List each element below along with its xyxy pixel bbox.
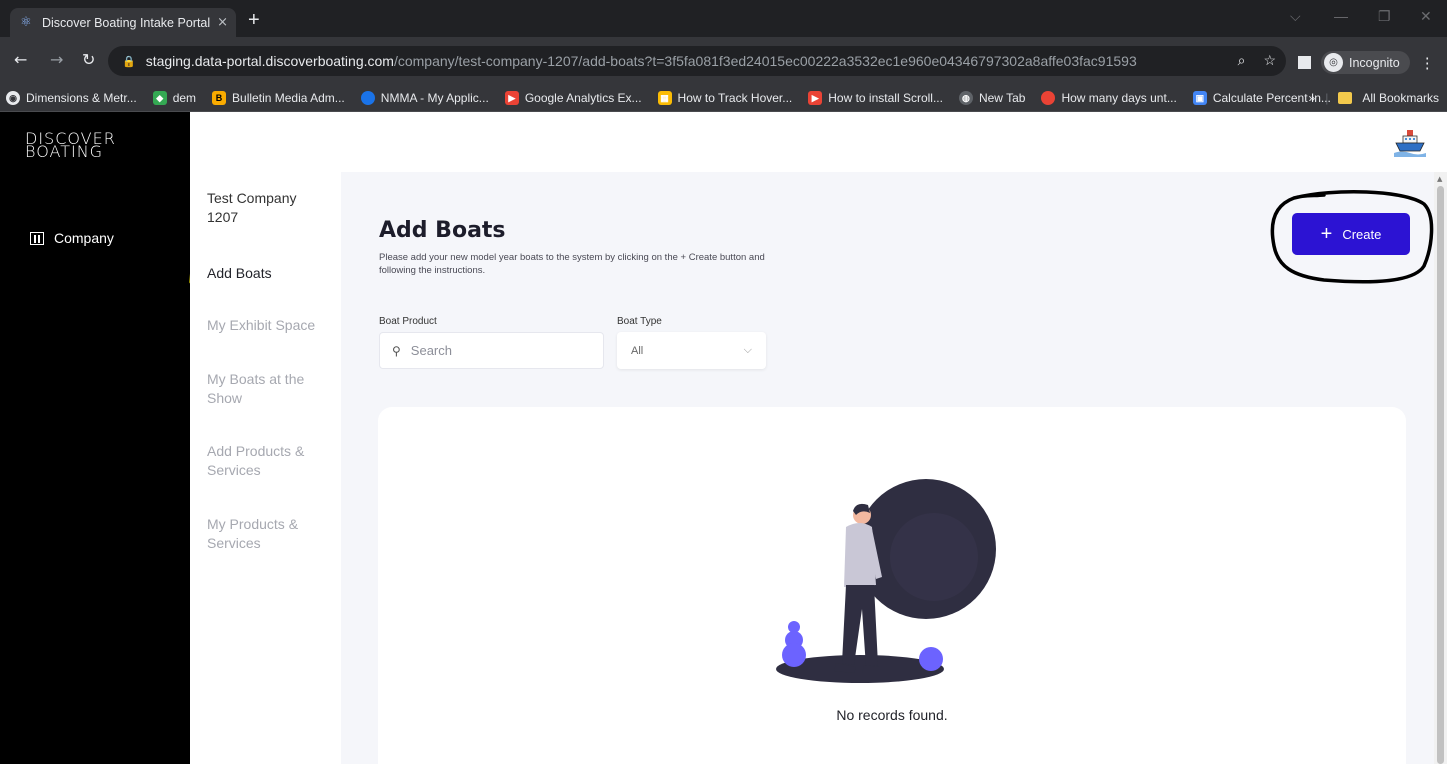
restore-icon[interactable]: ❐ xyxy=(1378,8,1391,25)
search-input[interactable]: ⚲ Search xyxy=(379,332,604,369)
boat-type-value: All xyxy=(631,344,644,357)
boat-type-label: Boat Type xyxy=(617,316,662,327)
page-description: Please add your new model year boats to … xyxy=(379,252,765,276)
youtube-icon: ▶ xyxy=(504,91,519,105)
bookmark-label: Bulletin Media Adm... xyxy=(232,91,345,105)
search-icon: ⚲ xyxy=(392,343,401,358)
scrollbar-thumb[interactable] xyxy=(1437,186,1444,764)
subnav-item-my-exhibit-space[interactable]: My Exhibit Space xyxy=(207,316,327,335)
bookmark-label: How to Track Hover... xyxy=(677,91,793,105)
sidebar-item-company[interactable]: Company xyxy=(30,230,114,246)
main-content: Add Boats Please add your new model year… xyxy=(341,172,1434,764)
search-placeholder: Search xyxy=(410,343,452,358)
tab-search-icon[interactable]: ⌵ xyxy=(1290,8,1301,25)
bookmark-star-icon[interactable]: ☆ xyxy=(1263,52,1276,69)
bookmark-label: How to install Scroll... xyxy=(828,91,943,105)
tab-title: Discover Boating Intake Portal xyxy=(42,15,211,30)
bookmark-item[interactable]: B Bulletin Media Adm... xyxy=(212,91,345,105)
boat-type-select[interactable]: All ⌵ xyxy=(617,332,766,369)
sidebar-item-label: Company xyxy=(54,230,114,246)
bookmarks-divider: | xyxy=(1325,91,1329,105)
react-favicon-icon: ⚛ xyxy=(20,15,32,30)
bookmark-favicon-icon xyxy=(360,91,375,105)
hand-drawn-circle-annotation xyxy=(1270,190,1434,284)
incognito-icon: ◎ xyxy=(1324,53,1343,72)
app-sidebar: DISCOVER BOATING Company xyxy=(0,112,190,764)
bookmark-label: Dimensions & Metr... xyxy=(26,91,137,105)
youtube-icon: ▶ xyxy=(808,91,823,105)
url-path: /company/test-company-1207/add-boats?t=3… xyxy=(393,53,1137,69)
bookmark-item[interactable]: ▦ How to Track Hover... xyxy=(657,91,793,105)
bookmark-favicon-icon: ◉ xyxy=(6,91,20,105)
side-panel-icon[interactable] xyxy=(1298,56,1311,69)
bookmark-item[interactable]: ◆ dem xyxy=(152,91,197,105)
address-bar[interactable]: 🔒 staging.data-portal.discoverboating.co… xyxy=(108,46,1286,76)
browser-tab[interactable]: ⚛ Discover Boating Intake Portal × xyxy=(10,8,236,37)
bookmark-label: NMMA - My Applic... xyxy=(380,91,489,105)
folder-icon xyxy=(1338,92,1353,104)
incognito-label: Incognito xyxy=(1349,55,1400,70)
bookmark-label: How many days unt... xyxy=(1061,91,1177,105)
page-title: Add Boats xyxy=(379,218,506,243)
bookmark-item[interactable]: ◉ Dimensions & Metr... xyxy=(6,91,137,105)
browser-menu-icon[interactable]: ⋮ xyxy=(1420,54,1435,72)
app-header xyxy=(190,112,1447,172)
boat-avatar-icon[interactable] xyxy=(1393,128,1427,158)
bookmark-item[interactable]: How many days unt... xyxy=(1041,91,1177,105)
tab-close-icon[interactable]: × xyxy=(217,15,228,30)
bookmark-favicon-icon: B xyxy=(212,91,227,105)
subnav-item-my-boats-at-the-show[interactable]: My Boats at the Show xyxy=(207,370,327,408)
all-bookmarks-link[interactable]: All Bookmarks xyxy=(1362,91,1439,105)
bookmark-label: dem xyxy=(172,91,197,105)
subnav-item-add-boats[interactable]: Add Boats xyxy=(207,264,327,283)
grid-icon: ▦ xyxy=(657,91,672,105)
calculator-icon: ▣ xyxy=(1192,91,1207,105)
bookmark-item[interactable]: ▶ Google Analytics Ex... xyxy=(504,91,642,105)
page-scrollbar[interactable]: ▲ xyxy=(1434,172,1447,764)
subnav-company-name: Test Company 1207 xyxy=(207,190,297,225)
company-subnav: Test Company 1207 Add Boats My Exhibit S… xyxy=(190,172,341,764)
new-tab-button[interactable]: + xyxy=(248,9,260,32)
logo-line-2: BOATING xyxy=(25,142,104,161)
close-window-icon[interactable]: ✕ xyxy=(1420,8,1432,25)
discover-boating-logo[interactable]: DISCOVER BOATING xyxy=(25,131,116,161)
subnav-item-my-products-services[interactable]: My Products & Services xyxy=(207,515,327,553)
scroll-up-arrow-icon[interactable]: ▲ xyxy=(1437,175,1442,183)
bookmark-label: New Tab xyxy=(978,91,1026,105)
boat-product-label: Boat Product xyxy=(379,316,437,327)
back-arrow-icon[interactable]: ← xyxy=(14,50,27,69)
lock-icon: 🔒 xyxy=(122,55,136,68)
bookmark-item[interactable]: ◍ New Tab xyxy=(958,91,1026,105)
url-host: staging.data-portal.discoverboating.com xyxy=(145,53,394,69)
bookmark-favicon-icon: ◆ xyxy=(152,91,167,105)
subnav-item-add-products-services[interactable]: Add Products & Services xyxy=(207,442,327,480)
globe-icon: ◍ xyxy=(958,91,973,105)
forward-arrow-icon[interactable]: → xyxy=(50,50,63,69)
bookmark-item[interactable]: NMMA - My Applic... xyxy=(360,91,489,105)
browser-tab-strip: ⚛ Discover Boating Intake Portal × + ⌵ —… xyxy=(0,0,1447,37)
empty-state-illustration xyxy=(776,479,996,683)
bookmark-item[interactable]: ▶ How to install Scroll... xyxy=(808,91,943,105)
bookmark-label: Google Analytics Ex... xyxy=(524,91,642,105)
bookmark-favicon-icon xyxy=(1041,91,1056,105)
bookmarks-bar: ◉ Dimensions & Metr... ◆ dem B Bulletin Med… xyxy=(0,85,1447,112)
minimize-icon[interactable]: — xyxy=(1334,8,1348,24)
bookmarks-overflow-icon[interactable]: » xyxy=(1309,91,1316,105)
reload-icon[interactable]: ↻ xyxy=(82,50,95,69)
incognito-badge[interactable]: ◎ Incognito xyxy=(1321,51,1410,74)
zoom-icon[interactable]: ⌕ xyxy=(1238,52,1246,69)
empty-state-card: No records found. xyxy=(378,407,1406,764)
empty-state-text: No records found. xyxy=(836,707,948,723)
browser-toolbar: ← → ↻ 🔒 staging.data-portal.discoverboat… xyxy=(0,37,1447,85)
building-icon xyxy=(30,231,44,245)
chevron-down-icon: ⌵ xyxy=(743,344,752,356)
